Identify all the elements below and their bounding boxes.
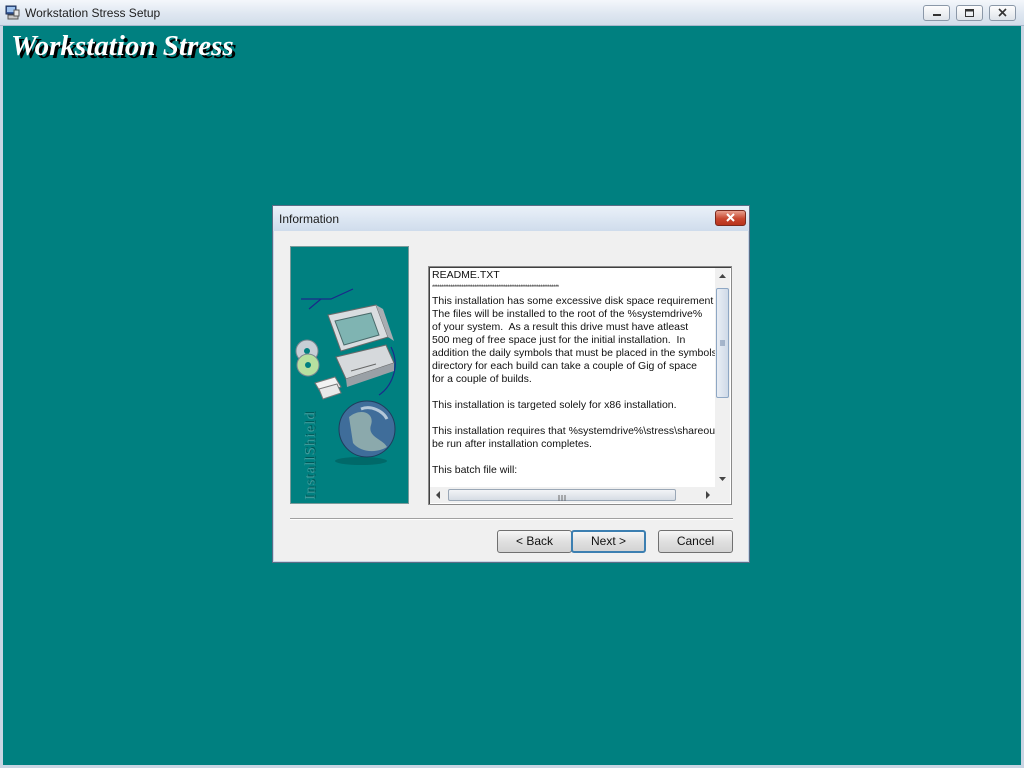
scroll-corner (715, 487, 730, 503)
close-icon (998, 8, 1007, 17)
next-button[interactable]: Next > (571, 530, 646, 553)
readme-line: for a couple of builds. (432, 373, 532, 385)
close-button[interactable] (989, 5, 1016, 21)
readme-line (432, 412, 716, 425)
readme-line: addition the daily symbols that must be … (432, 347, 716, 359)
readme-text[interactable]: README.TXT ******************************… (432, 269, 716, 487)
readme-line: of your system. As a result this drive m… (432, 321, 689, 333)
window-frame-left (0, 26, 3, 768)
window-titlebar[interactable]: Workstation Stress Setup (0, 0, 1024, 26)
information-dialog: Information InstallShield README.TXT ***… (272, 205, 750, 563)
dialog-title: Information (279, 212, 340, 226)
scroll-down-arrow-icon[interactable] (715, 471, 730, 487)
vertical-scroll-thumb[interactable] (716, 288, 729, 398)
horizontal-scrollbar[interactable] (430, 487, 716, 503)
scroll-left-arrow-icon[interactable] (430, 487, 446, 503)
readme-line: be run after installation completes. (432, 438, 592, 450)
close-icon (726, 213, 735, 222)
back-button[interactable]: < Back (497, 530, 572, 553)
window-title: Workstation Stress Setup (25, 6, 161, 20)
setup-banner-title: Workstation Stress (11, 30, 234, 62)
vertical-scrollbar[interactable] (715, 268, 730, 487)
installshield-logo-text: InstallShield (302, 411, 319, 500)
minimize-icon (933, 14, 941, 16)
installer-icon[interactable] (5, 5, 20, 20)
readme-line: This installation is targeted solely for… (432, 399, 677, 411)
readme-line: The files will be installed to the root … (432, 308, 703, 320)
readme-line: This installation requires that %systemd… (432, 425, 716, 437)
readme-line: This installation has some excessive dis… (432, 295, 714, 307)
readme-line: directory for each build can take a coup… (432, 360, 697, 372)
readme-line (432, 386, 716, 399)
readme-line: ****************************************… (432, 285, 559, 291)
horizontal-scroll-thumb[interactable] (448, 489, 676, 501)
scroll-up-arrow-icon[interactable] (715, 268, 730, 284)
restore-button[interactable] (956, 5, 983, 21)
readme-textbox[interactable]: README.TXT ******************************… (428, 266, 732, 505)
dialog-close-button[interactable] (715, 210, 746, 226)
readme-line: This batch file will: (432, 464, 518, 476)
dialog-separator (290, 518, 733, 520)
readme-line: README.TXT (432, 269, 500, 281)
readme-line (432, 451, 716, 464)
readme-line: 500 meg of free space just for the initi… (432, 334, 686, 346)
scroll-right-arrow-icon[interactable] (700, 487, 716, 503)
minimize-button[interactable] (923, 5, 950, 21)
cancel-button[interactable]: Cancel (658, 530, 733, 553)
dialog-titlebar[interactable]: Information (273, 206, 749, 231)
installshield-artwork: InstallShield (290, 246, 409, 504)
restore-icon (965, 9, 974, 17)
